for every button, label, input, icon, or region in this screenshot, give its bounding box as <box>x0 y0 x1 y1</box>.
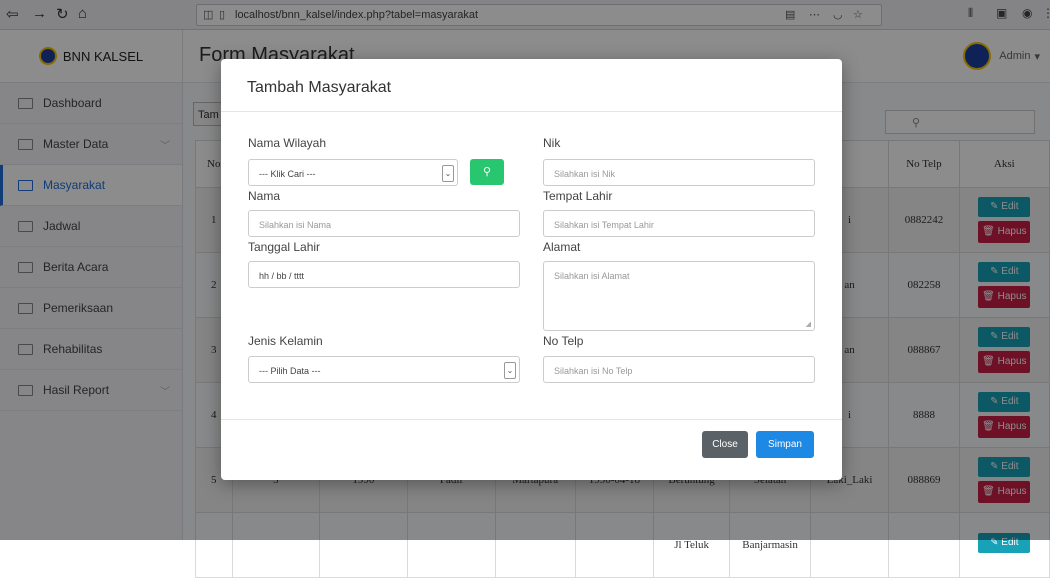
save-button[interactable]: Simpan <box>756 431 814 458</box>
jenis-kelamin-select[interactable]: --- Pilih Data --- ⌄ <box>248 356 520 383</box>
search-wilayah-button[interactable]: ⚲ <box>470 159 504 185</box>
nik-label: Nik <box>543 136 561 150</box>
modal-title: Tambah Masyarakat <box>247 79 392 96</box>
search-icon: ⚲ <box>482 166 492 178</box>
alamat-label: Alamat <box>543 240 581 254</box>
no-telp-input[interactable]: Silahkan isi No Telp <box>543 356 815 383</box>
resize-handle-icon[interactable]: ◢ <box>806 320 811 328</box>
chevron-down-icon: ⌄ <box>442 165 454 182</box>
nik-input[interactable]: Silahkan isi Nik <box>543 159 815 186</box>
jenis-kelamin-label: Jenis Kelamin <box>248 334 323 348</box>
tanggal-lahir-input[interactable]: hh / bb / tttt <box>248 261 520 288</box>
nama-wilayah-select[interactable]: --- Klik Cari --- ⌄ <box>248 159 458 186</box>
no-telp-label: No Telp <box>543 334 584 348</box>
tanggal-lahir-label: Tanggal Lahir <box>248 240 321 254</box>
select-value: --- Klik Cari --- <box>259 169 316 179</box>
tempat-lahir-label: Tempat Lahir <box>543 189 613 203</box>
alamat-textarea[interactable]: Silahkan isi Alamat ◢ <box>543 261 815 331</box>
divider <box>221 419 842 420</box>
nama-wilayah-label: Nama Wilayah <box>248 136 327 150</box>
close-button[interactable]: Close <box>702 431 748 458</box>
nama-label: Nama <box>248 189 281 203</box>
nama-input[interactable]: Silahkan isi Nama <box>248 210 520 237</box>
add-masyarakat-modal: Tambah Masyarakat Nama Wilayah --- Klik … <box>221 59 842 480</box>
textarea-placeholder: Silahkan isi Alamat <box>554 271 630 281</box>
select-value: --- Pilih Data --- <box>259 366 321 376</box>
divider <box>221 111 842 112</box>
chevron-down-icon: ⌄ <box>504 362 516 379</box>
tempat-lahir-input[interactable]: Silahkan isi Tempat Lahir <box>543 210 815 237</box>
